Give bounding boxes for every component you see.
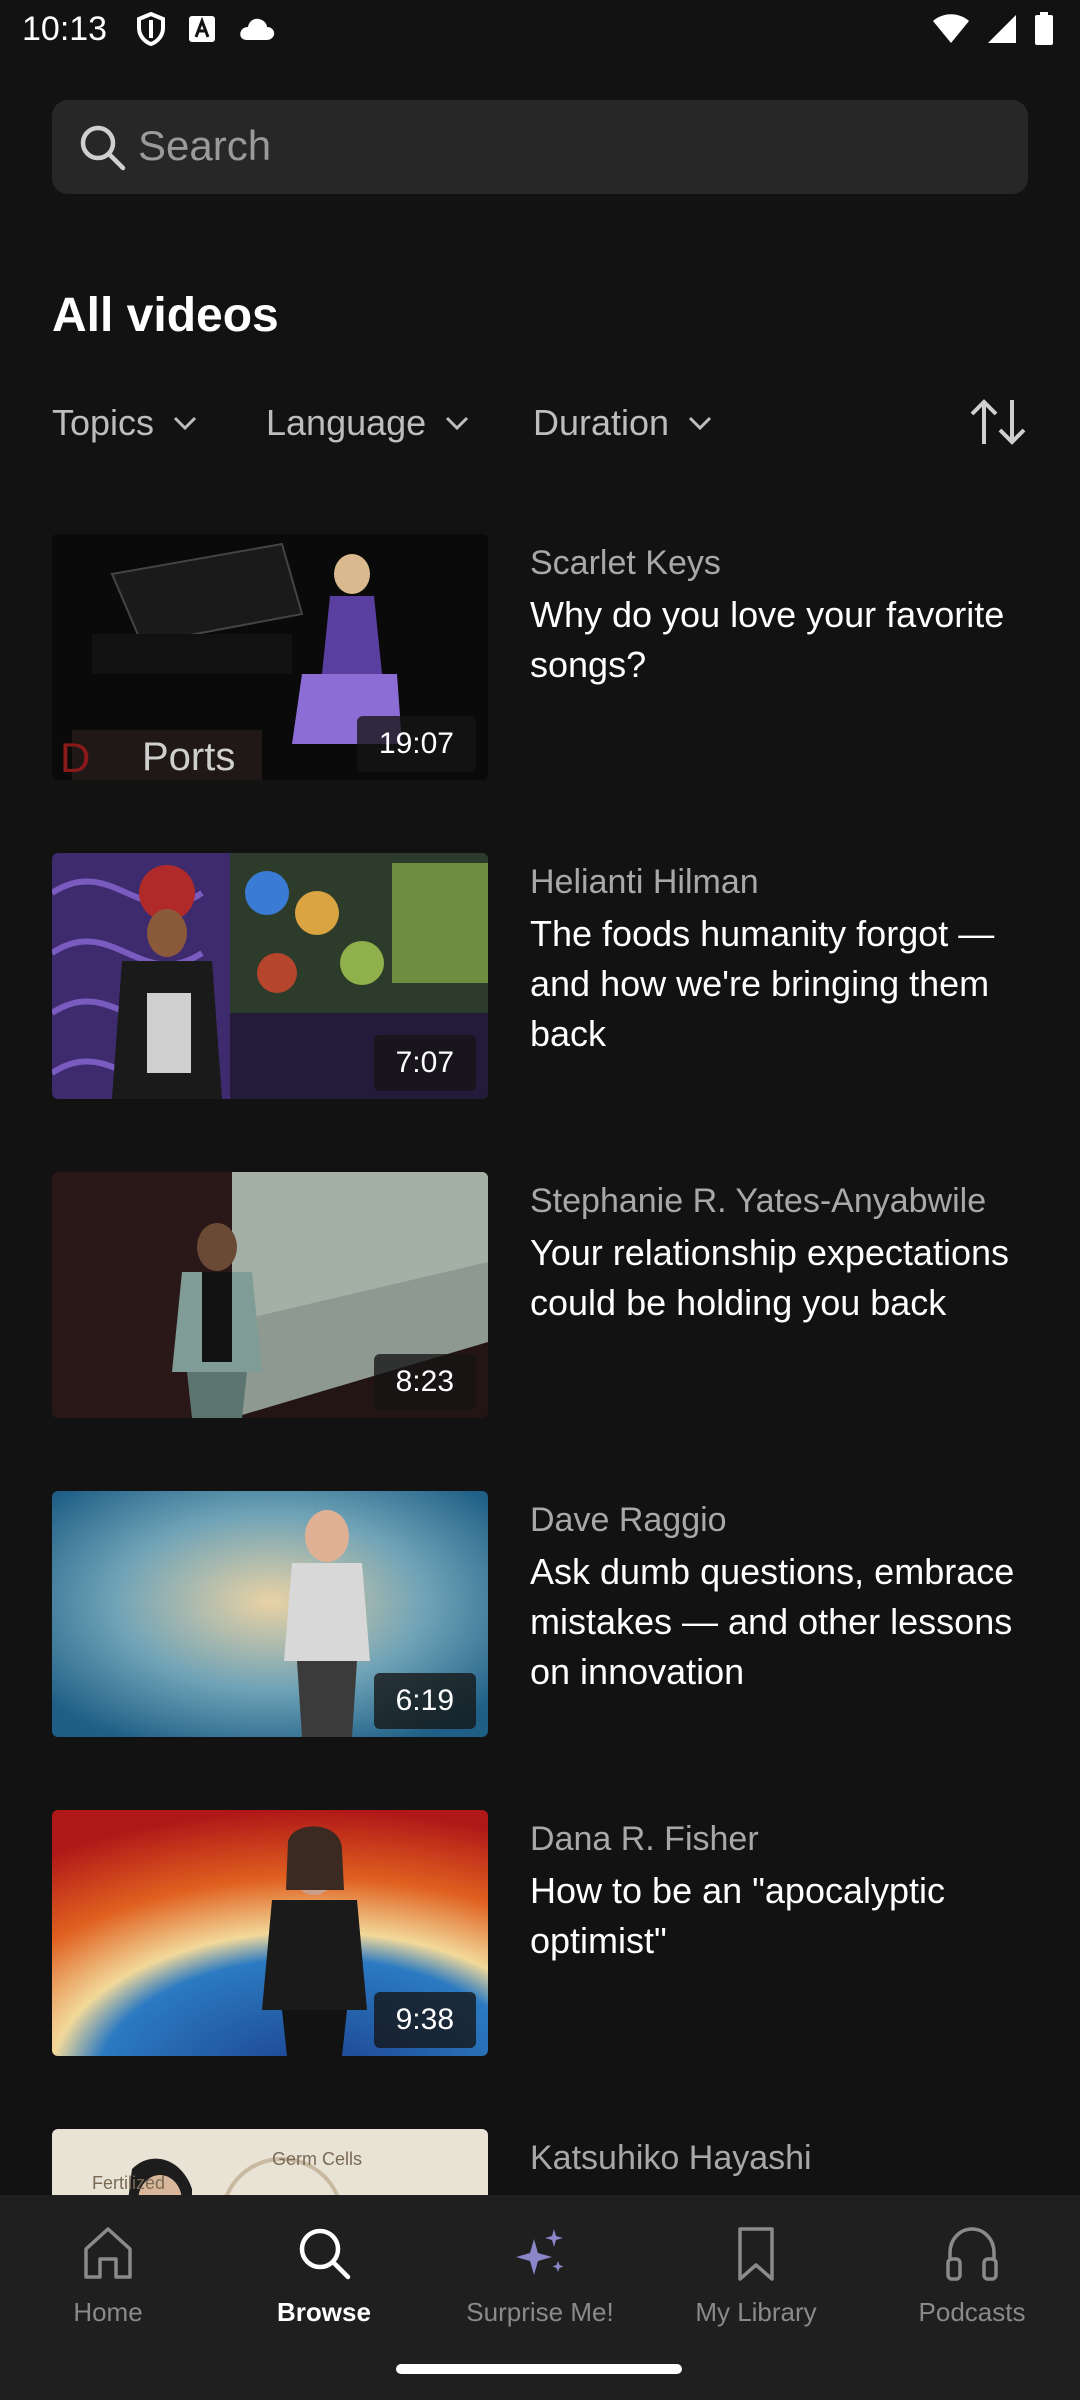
shield-icon	[137, 12, 165, 46]
thumbnail-text: Ports	[142, 735, 235, 779]
chevron-down-icon	[173, 416, 197, 431]
nav-surprise-me[interactable]: Surprise Me!	[432, 2221, 648, 2328]
status-icons-left	[136, 12, 276, 46]
search-input[interactable]: Search	[52, 100, 1028, 194]
thumbnail-text: Fertilized	[92, 2173, 165, 2193]
search-icon	[80, 125, 126, 171]
video-thumbnail: 7:07	[52, 853, 488, 1099]
video-thumbnail: 8:23	[52, 1172, 488, 1418]
wifi-icon	[933, 14, 969, 43]
cloud-icon	[240, 18, 275, 40]
speaker-name: Dave Raggio	[530, 1501, 727, 1539]
nav-browse[interactable]: Browse	[216, 2221, 432, 2328]
talk-title: Why do you love your favorite songs?	[530, 594, 1005, 685]
video-item[interactable]: 6:19 Dave Raggio Ask dumb questions, emb…	[52, 1491, 1028, 1737]
duration-badge: 8:23	[373, 1354, 476, 1410]
video-thumbnail: 9:38	[52, 1810, 488, 2056]
status-time: 10:13	[22, 10, 108, 48]
video-thumbnail: D Ports 19:07	[52, 534, 488, 780]
speaker-name: Katsuhiko Hayashi	[530, 2139, 812, 2177]
chevron-down-icon	[689, 416, 712, 431]
status-icons-right	[932, 12, 1054, 46]
video-thumbnail: 6:19	[52, 1491, 488, 1737]
filter-duration[interactable]: Duration	[533, 402, 713, 444]
a-badge-icon	[189, 16, 215, 42]
filter-language[interactable]: Language	[266, 402, 470, 444]
video-item[interactable]: 9:38 Dana R. Fisher How to be an "apocal…	[52, 1810, 1028, 2056]
sort-arrows-icon[interactable]	[966, 394, 1030, 450]
talk-title: The foods humanity forgot — and how we'r…	[530, 913, 995, 1054]
filter-label: Language	[266, 402, 427, 443]
home-icon	[84, 2227, 132, 2279]
browse-screen: 10:13 Search All videos Topics Language …	[0, 0, 1080, 2400]
duration-badge: 19:07	[356, 716, 476, 772]
video-item[interactable]: D Ports 19:07 Scarlet Keys Why do you lo…	[52, 534, 1028, 780]
nav-label: Home	[73, 2297, 143, 2327]
search-icon	[299, 2228, 351, 2280]
filter-topics[interactable]: Topics	[52, 402, 198, 444]
speaker-name: Helianti Hilman	[530, 863, 759, 901]
bookmark-icon	[738, 2227, 774, 2281]
home-indicator[interactable]	[396, 2364, 682, 2374]
nav-podcasts[interactable]: Podcasts	[864, 2221, 1080, 2328]
status-bar: 10:13	[0, 0, 1080, 64]
duration-badge: 7:07	[373, 1035, 476, 1091]
nav-home[interactable]: Home	[0, 2221, 216, 2328]
nav-label: My Library	[695, 2297, 817, 2327]
section-title: All videos	[52, 289, 279, 342]
filter-label: Topics	[52, 402, 155, 443]
nav-my-library[interactable]: My Library	[648, 2221, 864, 2328]
video-item[interactable]: 8:23 Stephanie R. Yates-Anyabwile Your r…	[52, 1172, 1028, 1418]
speaker-name: Scarlet Keys	[530, 544, 721, 582]
svg-text:D: D	[60, 734, 90, 780]
duration-badge: 6:19	[373, 1673, 476, 1729]
thumbnail-text: Germ Cells	[272, 2149, 362, 2169]
nav-label: Podcasts	[918, 2297, 1026, 2327]
nav-label: Browse	[277, 2297, 371, 2327]
nav-label: Surprise Me!	[466, 2297, 614, 2327]
sparkle-icon	[516, 2229, 564, 2275]
speaker-name: Stephanie R. Yates-Anyabwile	[530, 1182, 987, 1220]
speaker-name: Dana R. Fisher	[530, 1820, 759, 1858]
talk-title: How to be an "apocalyptic optimist"	[530, 1870, 946, 1961]
battery-icon	[1035, 12, 1053, 45]
search-placeholder: Search	[138, 122, 272, 169]
video-item[interactable]: 7:07 Helianti Hilman The foods humanity …	[52, 853, 1028, 1099]
filter-label: Duration	[533, 402, 670, 443]
duration-badge: 9:38	[373, 1992, 476, 2048]
chevron-down-icon	[446, 416, 469, 431]
talk-title: Ask dumb questions, embrace mistakes — a…	[530, 1551, 1015, 1692]
headphones-icon	[946, 2227, 998, 2281]
talk-title: Your relationship expectations could be …	[530, 1232, 1009, 1323]
signal-icon	[988, 15, 1016, 43]
